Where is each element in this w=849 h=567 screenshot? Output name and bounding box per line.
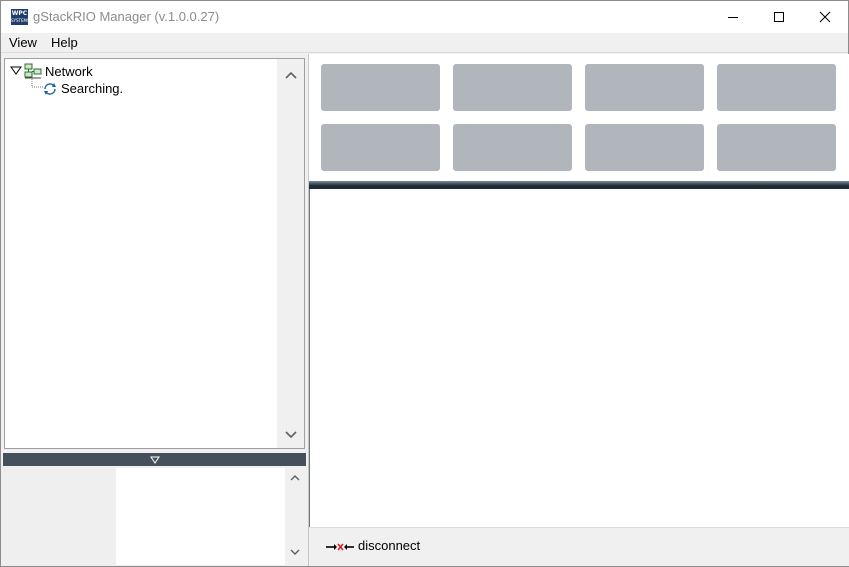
detail-panel (4, 468, 305, 565)
section-divider (309, 181, 849, 189)
device-tree[interactable]: Network Searching. (4, 58, 305, 449)
menu-bar: View Help (1, 33, 848, 53)
module-tile[interactable] (717, 124, 836, 171)
tree-node-network[interactable]: Network (10, 63, 93, 79)
expand-triangle-icon[interactable] (10, 66, 22, 76)
chevron-down-icon (284, 431, 297, 439)
tree-node-label: Searching. (61, 81, 124, 96)
module-tile[interactable] (585, 124, 704, 171)
scroll-up-button[interactable] (277, 63, 304, 87)
tree-node-searching[interactable]: Searching. (42, 81, 123, 96)
tile-grid (309, 54, 849, 181)
main-content-area (309, 189, 849, 527)
network-computers-icon (24, 63, 42, 79)
minimize-icon (728, 17, 738, 18)
disconnect-icon (325, 541, 355, 553)
right-panel: disconnect (308, 54, 849, 566)
left-panel: Network Searching. (1, 54, 308, 566)
close-button[interactable] (802, 1, 848, 33)
module-tile[interactable] (717, 64, 836, 111)
maximize-icon (774, 12, 784, 22)
chevron-up-icon (284, 71, 297, 79)
module-tile[interactable] (321, 64, 440, 111)
menu-help[interactable]: Help (51, 35, 78, 50)
chevron-up-icon[interactable] (290, 474, 300, 482)
detail-label-column (4, 468, 116, 565)
connection-status: disconnect (358, 538, 421, 553)
scroll-down-button[interactable] (277, 423, 304, 447)
status-bar: disconnect (309, 527, 849, 566)
close-icon (819, 11, 831, 23)
app-window: WPC SYSTEMS gStackRIO Manager (v.1.0.0.27… (0, 0, 849, 567)
panel-splitter[interactable] (3, 453, 306, 466)
app-logo-icon: WPC SYSTEMS (11, 9, 30, 25)
maximize-button[interactable] (756, 1, 802, 33)
collapse-down-icon[interactable] (149, 456, 160, 464)
module-tile[interactable] (453, 124, 572, 171)
refresh-icon (44, 82, 56, 95)
module-tile[interactable] (585, 64, 704, 111)
module-tile[interactable] (321, 124, 440, 171)
chevron-down-icon[interactable] (290, 548, 300, 556)
minimize-button[interactable] (710, 1, 756, 33)
title-bar: WPC SYSTEMS gStackRIO Manager (v.1.0.0.27… (1, 1, 848, 33)
tree-node-label: Network (45, 63, 93, 79)
menu-view[interactable]: View (9, 35, 37, 50)
module-tile[interactable] (453, 64, 572, 111)
tree-scrollbar[interactable] (277, 59, 304, 448)
detail-scrollbar[interactable] (285, 468, 305, 565)
window-title: gStackRIO Manager (v.1.0.0.27) (33, 9, 220, 24)
